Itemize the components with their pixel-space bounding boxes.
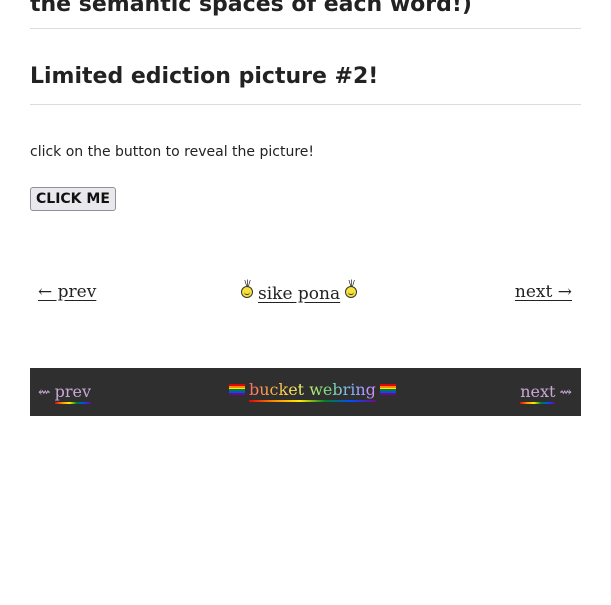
smiley-sun-icon: \|/ [344, 280, 358, 299]
bucket-webring-label: bucket webring [249, 380, 376, 399]
section-divider [30, 104, 581, 105]
webring-next-link[interactable]: next → [515, 282, 572, 302]
bucket-webring: ⇜ prev bucket webring next ⇝ [30, 368, 581, 416]
bucket-webring-prev-label: prev [54, 382, 91, 401]
pride-flag-icon [379, 384, 396, 395]
bucket-webring-prev-link[interactable]: ⇜ prev [38, 382, 91, 404]
pride-flag-icon [229, 384, 245, 395]
bucket-webring-next-label: next [520, 382, 556, 401]
squiggle-left-arrow-icon: ⇜ [38, 383, 51, 401]
reveal-picture-button[interactable]: CLICK ME [30, 187, 116, 211]
instruction-text: click on the button to reveal the pictur… [30, 144, 314, 160]
webring-prev-link[interactable]: ← prev [38, 282, 96, 302]
previous-heading: the semantic spaces of each word!) [30, 0, 472, 17]
smiley-sun-icon: \|/ [240, 280, 254, 299]
sike-pona-webring: ← prev \|/ sike pona \|/ next → [30, 274, 581, 308]
webring-home-link[interactable]: sike pona [258, 276, 340, 304]
bucket-webring-center: bucket webring [225, 380, 400, 402]
squiggle-right-arrow-icon: ⇝ [559, 383, 572, 401]
bucket-webring-next-link[interactable]: next ⇝ [520, 382, 572, 404]
heading-divider [30, 28, 581, 29]
webring-center: \|/ sike pona \|/ [240, 276, 358, 304]
section-title: Limited ediction picture #2! [30, 64, 379, 89]
bucket-webring-home-link[interactable]: bucket webring [249, 380, 376, 402]
